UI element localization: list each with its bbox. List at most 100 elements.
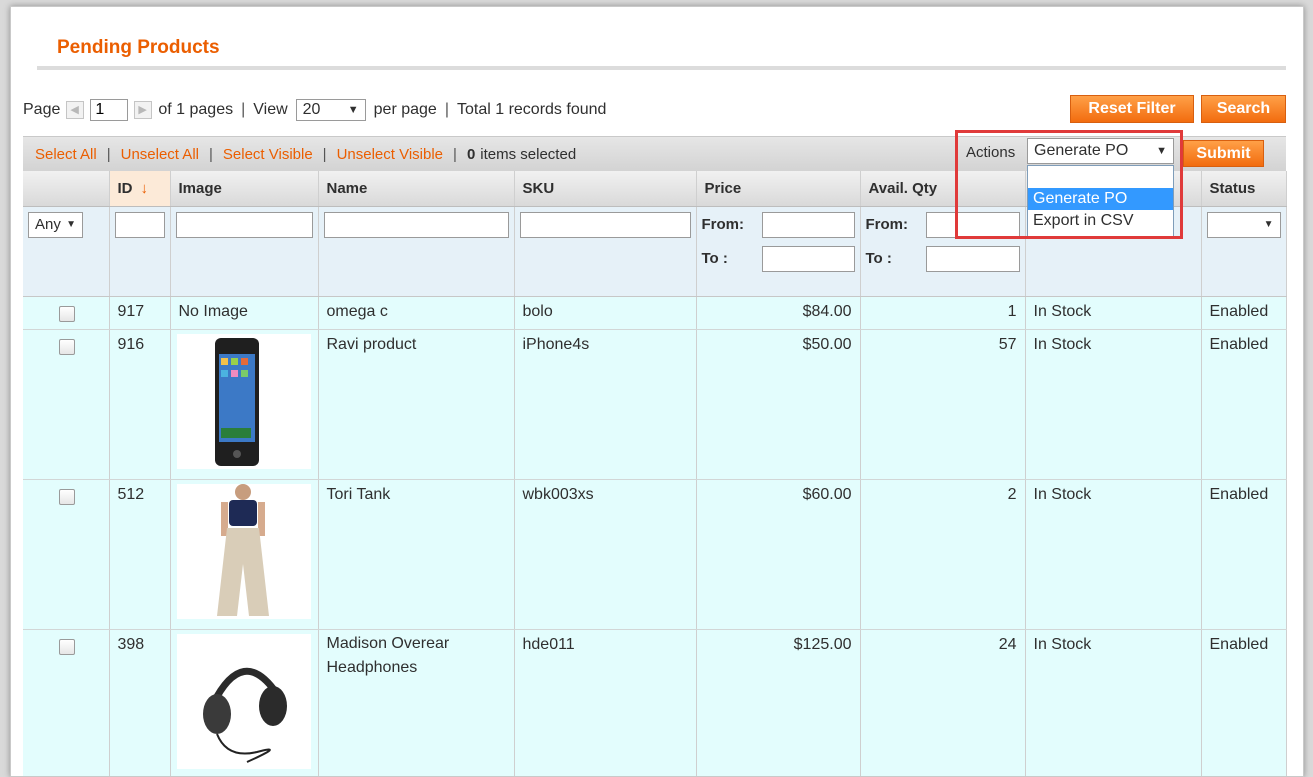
product-image-phone	[176, 333, 311, 469]
page-frame: Pending Products Page ◀ ▶ of 1 pages | V…	[10, 6, 1304, 777]
cell-id: 512	[109, 479, 171, 630]
filter-name-cell	[318, 206, 515, 297]
per-page-select[interactable]: 20 ▼	[295, 99, 366, 121]
cell-sku: wbk003xs	[514, 479, 697, 630]
filter-image-input[interactable]	[175, 211, 313, 238]
filter-sku-input[interactable]	[519, 211, 691, 238]
massaction-separator: |	[106, 145, 111, 163]
row-checkbox[interactable]	[58, 305, 75, 322]
per-page-value: 20	[302, 101, 321, 118]
title-divider	[37, 66, 1286, 70]
price-to-label: To :	[701, 250, 728, 267]
filter-id-cell	[109, 206, 171, 297]
header-status[interactable]: Status	[1201, 171, 1287, 207]
cell-sku: hde011	[514, 629, 697, 776]
header-id[interactable]: ID ↓	[109, 171, 171, 207]
select-visible-link[interactable]: Select Visible	[223, 146, 313, 163]
per-page-text: per page	[373, 101, 437, 118]
items-selected-text: items selected	[480, 145, 577, 163]
prev-page-icon[interactable]: ◀	[66, 101, 85, 119]
filter-name-input[interactable]	[323, 211, 509, 238]
pager-separator: |	[241, 101, 246, 118]
sort-down-arrow-icon: ↓	[140, 179, 149, 197]
chevron-down-icon: ▼	[347, 104, 359, 116]
cell-sku: bolo	[514, 296, 697, 330]
row-checkbox-cell	[23, 479, 110, 630]
qty-to-label: To :	[865, 250, 892, 267]
pager: Page ◀ ▶ of 1 pages | View 20 ▼ per page…	[23, 97, 606, 123]
table-row[interactable]: 916 Ravi product iPhone4s $50.00 57 In S…	[23, 329, 1287, 480]
reset-filter-button[interactable]: Reset Filter	[1070, 95, 1194, 123]
cell-id: 917	[109, 296, 171, 330]
pager-separator: |	[444, 101, 449, 118]
cell-stock: In Stock	[1025, 329, 1202, 480]
unselect-all-link[interactable]: Unselect All	[121, 146, 199, 163]
cell-qty: 24	[860, 629, 1026, 776]
massaction-separator: |	[322, 145, 327, 163]
next-page-icon[interactable]: ▶	[134, 101, 153, 119]
header-checkbox-col	[23, 171, 110, 207]
of-pages-text: of 1 pages	[158, 101, 234, 118]
unselect-visible-link[interactable]: Unselect Visible	[337, 146, 443, 163]
header-name[interactable]: Name	[318, 171, 515, 207]
submit-button[interactable]: Submit	[1183, 140, 1264, 167]
search-button[interactable]: Search	[1201, 95, 1286, 123]
page-label: Page	[23, 101, 61, 118]
filter-any-select[interactable]: Any ▼	[28, 211, 83, 238]
select-all-link[interactable]: Select All	[35, 146, 97, 163]
page-title: Pending Products	[57, 37, 220, 58]
qty-from-label: From:	[865, 216, 909, 233]
cell-image: No Image	[170, 296, 319, 330]
product-image-tank	[176, 483, 311, 619]
qty-to-input[interactable]	[925, 245, 1020, 272]
row-checkbox[interactable]	[58, 638, 75, 655]
selected-count: 0	[466, 145, 476, 163]
row-checkbox-cell	[23, 629, 110, 776]
cell-qty: 57	[860, 329, 1026, 480]
cell-stock: In Stock	[1025, 479, 1202, 630]
massaction-separator: |	[453, 145, 457, 163]
cell-status: Enabled	[1201, 479, 1287, 630]
table-row[interactable]: 512 Tori Tank wbk003xs $60.00 2 In Stock…	[23, 479, 1287, 630]
price-to-input[interactable]	[761, 245, 855, 272]
chevron-down-icon: ▼	[66, 219, 76, 230]
row-checkbox-cell	[23, 329, 110, 480]
row-checkbox[interactable]	[58, 338, 75, 355]
row-checkbox[interactable]	[58, 488, 75, 505]
page-number-input[interactable]	[90, 99, 129, 121]
cell-qty: 1	[860, 296, 1026, 330]
view-label: View	[253, 101, 288, 118]
chevron-down-icon: ▼	[1263, 219, 1274, 230]
cell-status: Enabled	[1201, 296, 1287, 330]
table-row[interactable]: 398 Madison Overear Headphones hde011 $1…	[23, 629, 1287, 776]
cell-price: $84.00	[696, 296, 861, 330]
table-row[interactable]: 917 No Image omega c bolo $84.00 1 In St…	[23, 296, 1287, 330]
cell-name: Madison Overear Headphones	[318, 629, 515, 776]
cell-stock: In Stock	[1025, 629, 1202, 776]
total-records: Total 1 records found	[456, 101, 607, 118]
annotation-highlight-box	[955, 130, 1183, 239]
cell-price: $60.00	[696, 479, 861, 630]
cell-status: Enabled	[1201, 629, 1287, 776]
cell-id: 916	[109, 329, 171, 480]
header-price[interactable]: Price	[696, 171, 861, 207]
filter-status-select[interactable]: ▼	[1206, 211, 1281, 238]
cell-qty: 2	[860, 479, 1026, 630]
massaction-separator: |	[208, 145, 213, 163]
header-image[interactable]: Image	[170, 171, 319, 207]
cell-status: Enabled	[1201, 329, 1287, 480]
row-checkbox-cell	[23, 296, 110, 330]
header-sku[interactable]: SKU	[514, 171, 697, 207]
product-image-headphones	[176, 633, 311, 769]
filter-price-cell: From: To :	[696, 206, 861, 297]
filter-id-input[interactable]	[114, 211, 165, 238]
cell-sku: iPhone4s	[514, 329, 697, 480]
filter-image-cell	[170, 206, 319, 297]
price-from-input[interactable]	[761, 211, 855, 238]
filter-select-cell: Any ▼	[23, 206, 110, 297]
cell-image	[170, 479, 319, 630]
filter-any-value: Any	[35, 216, 61, 233]
cell-image	[170, 329, 319, 480]
cell-image	[170, 629, 319, 776]
price-from-label: From:	[701, 216, 745, 233]
